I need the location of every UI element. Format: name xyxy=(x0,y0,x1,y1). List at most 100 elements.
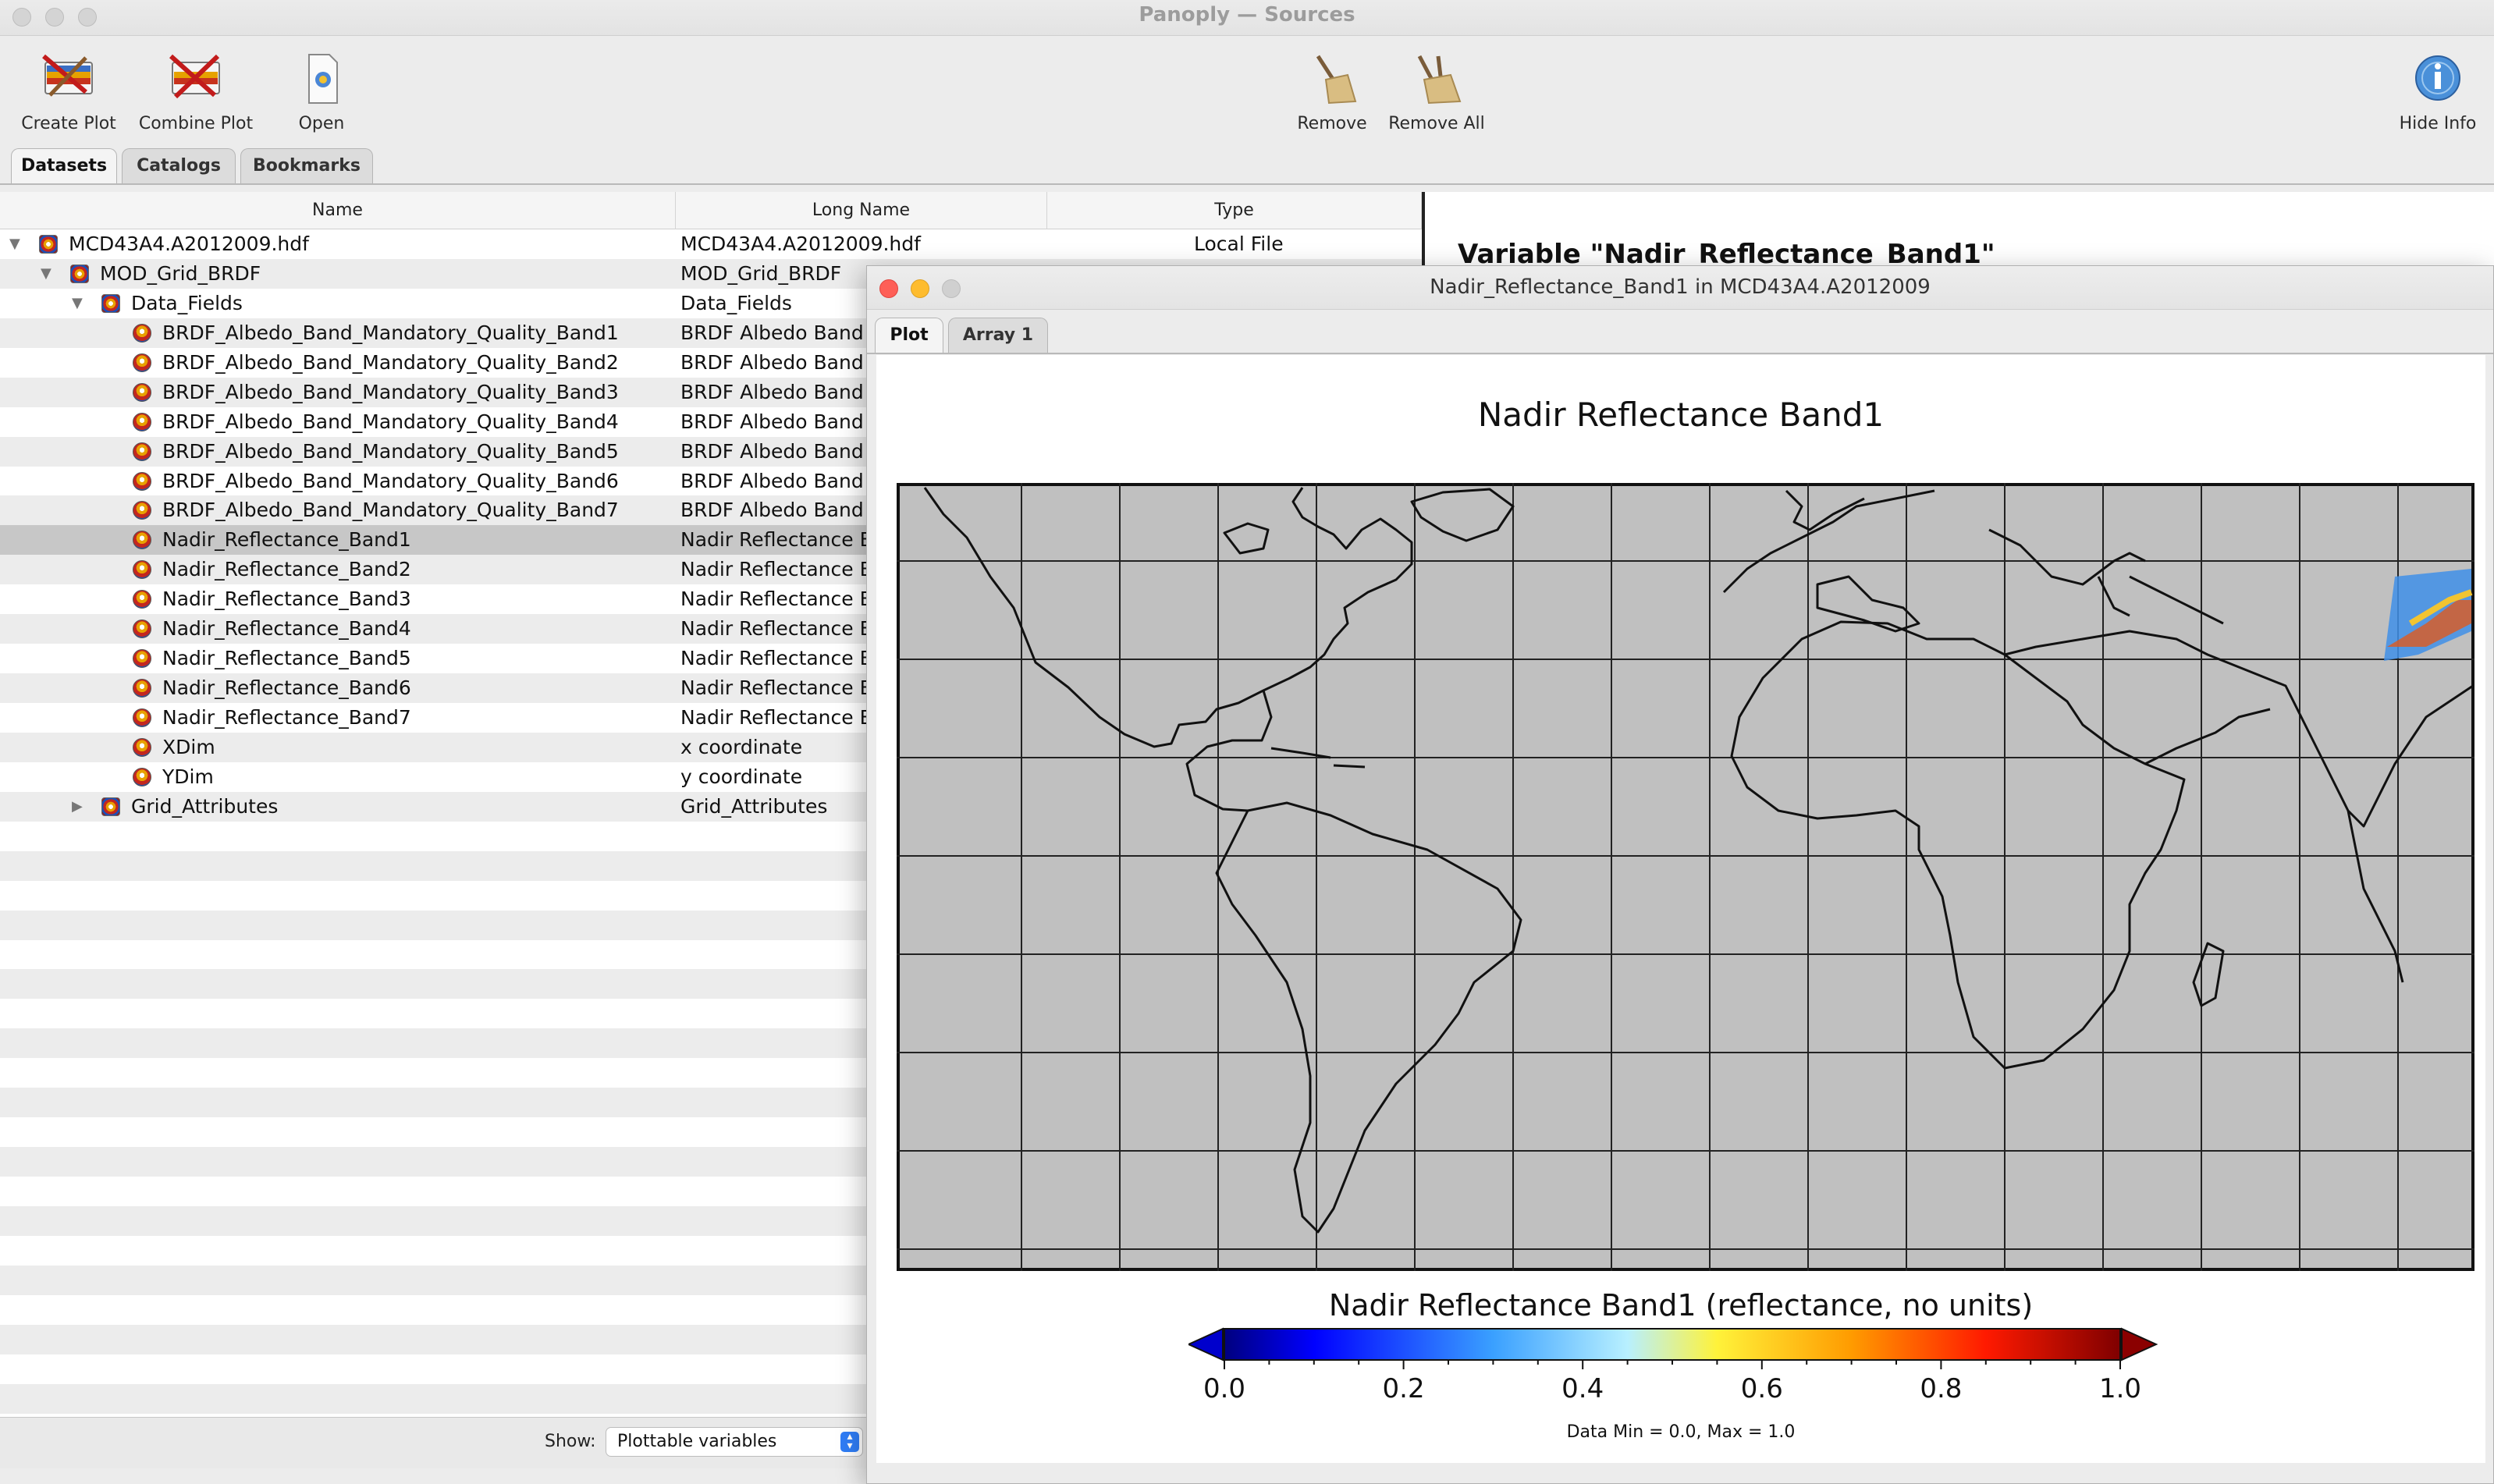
variable-icon xyxy=(133,708,151,727)
row-long-name: Nadir Reflectance Ba xyxy=(680,676,886,700)
plot-title: Nadir Reflectance Band1 xyxy=(1477,396,1885,434)
row-long-name: BRDF Albedo Band M xyxy=(680,410,887,433)
row-long-name: BRDF Albedo Band M xyxy=(680,380,887,403)
combine-plot-icon xyxy=(169,54,220,99)
colorbar-tick-label: 0.0 xyxy=(1203,1373,1245,1404)
disclosure-open-icon[interactable]: ▼ xyxy=(41,265,52,282)
colorbar-ticks: 0.0 0.2 0.4 0.6 0.8 1.0 xyxy=(1203,1360,2141,1404)
row-long-name: Nadir Reflectance Ba xyxy=(680,528,886,552)
show-filter-select[interactable]: Plottable variables ▴ ▾ xyxy=(606,1427,863,1457)
window-title: Panoply — Sources xyxy=(1139,3,1355,27)
colorbar-tick-label: 1.0 xyxy=(2099,1373,2141,1404)
map-background xyxy=(897,483,2474,1271)
table-row[interactable]: ▼ MCD43A4.A2012009.hdf MCD43A4.A2012009.hd… xyxy=(0,229,1422,259)
show-filter-value: Plottable variables xyxy=(617,1432,777,1451)
variable-icon xyxy=(133,737,151,757)
row-long-name: Grid_Attributes xyxy=(680,794,828,818)
row-name: MCD43A4.A2012009.hdf xyxy=(69,233,309,255)
dataset-icon xyxy=(39,235,58,254)
disclosure-open-icon[interactable]: ▼ xyxy=(72,295,83,311)
plot-window-title: Nadir_Reflectance_Band1 in MCD43A4.A2012… xyxy=(1430,275,1931,299)
row-long-name: BRDF Albedo Band M xyxy=(680,469,887,492)
variable-icon xyxy=(133,412,151,431)
column-header-long-name[interactable]: Long Name xyxy=(676,192,1047,229)
row-long-name: x coordinate xyxy=(680,735,803,758)
select-arrows-icon: ▴ ▾ xyxy=(840,1431,859,1452)
colorbar: 0.0 0.2 0.4 0.6 0.8 1.0 xyxy=(1188,1327,2158,1404)
row-name: XDim xyxy=(162,735,215,758)
row-type: Local File xyxy=(1194,233,1284,255)
tab-plot[interactable]: Plot xyxy=(875,318,943,353)
row-long-name: MOD_Grid_BRDF xyxy=(680,261,842,285)
row-name: Data_Fields xyxy=(131,291,243,314)
combine-plot-label: Combine Plot xyxy=(138,114,254,133)
row-name: BRDF_Albedo_Band_Mandatory_Quality_Band5 xyxy=(162,439,619,463)
tab-datasets[interactable]: Datasets xyxy=(11,148,117,184)
create-plot-icon xyxy=(42,54,93,97)
variable-icon xyxy=(133,471,151,491)
tab-array-1[interactable]: Array 1 xyxy=(948,318,1048,353)
row-name: Nadir_Reflectance_Band1 xyxy=(162,528,411,552)
remove-all-button[interactable]: Remove All xyxy=(1386,51,1487,133)
broom-icon xyxy=(1316,55,1357,105)
tab-divider xyxy=(0,183,2494,185)
row-name: MOD_Grid_BRDF xyxy=(100,261,261,285)
tab-bookmarks[interactable]: Bookmarks xyxy=(240,148,373,184)
toolbar: Create Plot Combine Plot Open Remove Rem… xyxy=(0,36,2494,140)
plot-window-titlebar: Nadir_Reflectance_Band1 in MCD43A4.A2012… xyxy=(867,266,2493,310)
colorbar-min-arrow xyxy=(1188,1327,1224,1362)
info-globe-icon xyxy=(2415,55,2460,101)
column-header-type[interactable]: Type xyxy=(1047,192,1422,229)
disclosure-closed-icon[interactable]: ▶ xyxy=(72,798,83,815)
remove-button[interactable]: Remove xyxy=(1289,51,1375,133)
combine-plot-button[interactable]: Combine Plot xyxy=(137,51,254,133)
colorbar-gradient xyxy=(1224,1328,2121,1361)
remove-all-label: Remove All xyxy=(1388,114,1485,133)
disclosure-open-icon[interactable]: ▼ xyxy=(9,236,20,252)
variable-icon xyxy=(133,531,151,550)
create-plot-button[interactable]: Create Plot xyxy=(16,51,122,133)
plot-area: Nadir Reflectance Band1 Nadir Reflectanc… xyxy=(876,355,2485,1463)
row-long-name: Nadir Reflectance Ba xyxy=(680,647,886,670)
variable-icon xyxy=(133,442,151,461)
group-icon xyxy=(101,293,120,313)
show-label: Show: xyxy=(545,1432,596,1451)
row-long-name: BRDF Albedo Band M xyxy=(680,321,887,344)
row-name: Nadir_Reflectance_Band2 xyxy=(162,558,411,581)
row-name: BRDF_Albedo_Band_Mandatory_Quality_Band3 xyxy=(162,380,619,403)
colorbar-tick-label: 0.2 xyxy=(1383,1373,1425,1404)
column-header-name[interactable]: Name xyxy=(0,192,676,229)
variable-icon xyxy=(133,501,151,520)
row-name: BRDF_Albedo_Band_Mandatory_Quality_Band4 xyxy=(162,410,619,433)
row-long-name: MCD43A4.A2012009.hdf xyxy=(680,233,921,255)
open-button[interactable]: Open xyxy=(282,51,361,133)
row-long-name: Nadir Reflectance Ba xyxy=(680,558,886,581)
group-icon xyxy=(101,797,120,816)
row-name: Nadir_Reflectance_Band6 xyxy=(162,676,411,700)
variable-icon xyxy=(133,679,151,698)
colorbar-tick-label: 0.6 xyxy=(1741,1373,1783,1404)
row-name: Nadir_Reflectance_Band7 xyxy=(162,706,411,729)
document-icon xyxy=(308,54,338,104)
row-name: YDim xyxy=(162,765,214,788)
row-name: BRDF_Albedo_Band_Mandatory_Quality_Band7 xyxy=(162,499,619,522)
brooms-icon xyxy=(1417,55,1462,105)
hide-info-label: Hide Info xyxy=(2399,114,2477,133)
hide-info-button[interactable]: Hide Info xyxy=(2391,51,2485,133)
variable-icon xyxy=(133,353,151,372)
show-filter-bar: Show: Plottable variables ▴ ▾ xyxy=(0,1417,866,1468)
data-min-max: Data Min = 0.0, Max = 1.0 xyxy=(1566,1422,1796,1442)
row-long-name: y coordinate xyxy=(680,765,803,788)
row-name: Grid_Attributes xyxy=(131,794,279,818)
row-long-name: Nadir Reflectance Ba xyxy=(680,706,886,729)
tab-catalogs[interactable]: Catalogs xyxy=(122,148,236,184)
colorbar-max-arrow xyxy=(2121,1327,2158,1362)
variable-icon xyxy=(133,560,151,580)
row-long-name: Nadir Reflectance Ba xyxy=(680,588,886,611)
row-name: BRDF_Albedo_Band_Mandatory_Quality_Band6 xyxy=(162,469,619,492)
variable-icon xyxy=(133,590,151,609)
world-map[interactable] xyxy=(897,483,2474,1271)
plot-window: Nadir_Reflectance_Band1 in MCD43A4.A2012… xyxy=(866,265,2494,1484)
variable-icon xyxy=(133,620,151,639)
variable-icon xyxy=(133,649,151,669)
